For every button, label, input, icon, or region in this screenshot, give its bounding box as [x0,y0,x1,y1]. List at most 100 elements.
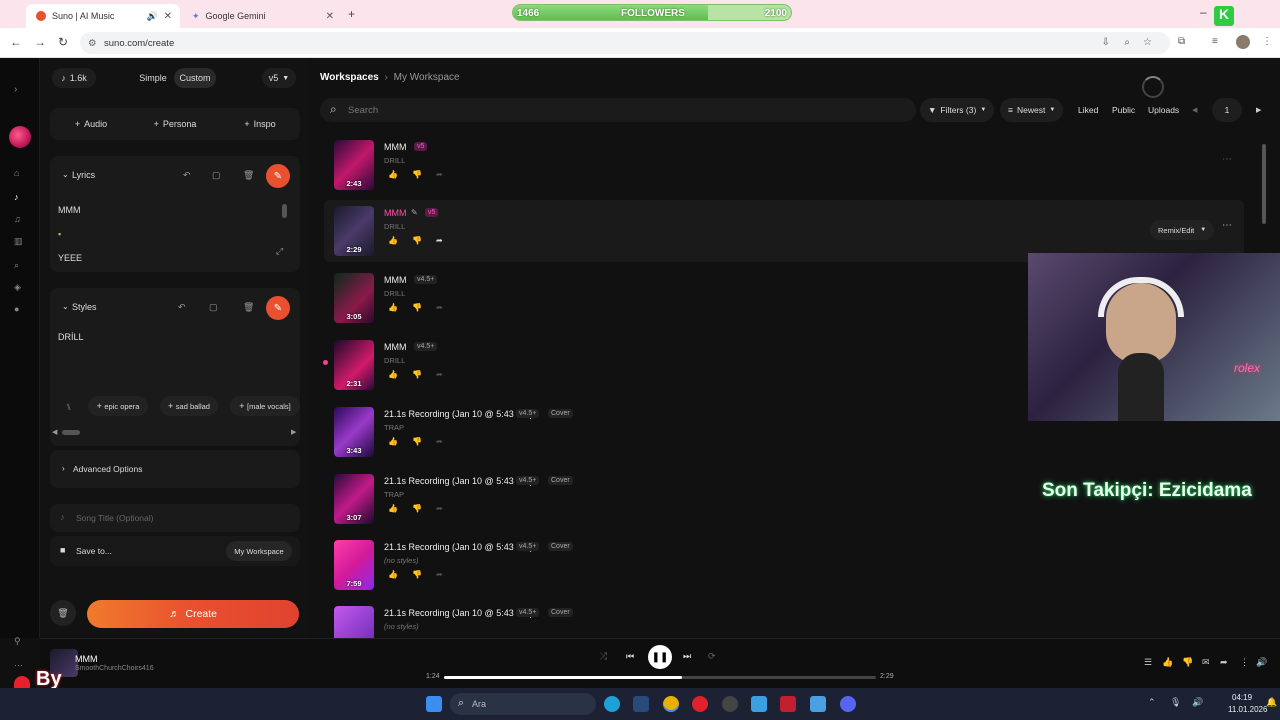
song-title-field[interactable]: ♪ Song Title (Optional) [50,504,300,532]
share-icon[interactable]: ➦ [436,437,457,446]
song-row[interactable]: 7:59 21.1s Recording (Jan 10 @ 5:43 PM) … [324,534,1244,596]
share-icon[interactable]: ➦ [436,504,457,513]
song-title[interactable]: MMM [384,142,407,152]
add-persona-button[interactable]: + Persona [140,112,210,136]
repeat-icon[interactable]: ⟳ [708,651,716,662]
trash-icon[interactable]: 🗑 [243,170,254,181]
clear-button[interactable]: 🗑 [50,600,76,626]
styles-header[interactable]: Styles [72,302,97,312]
song-title[interactable]: 21.1s Recording (Jan 10 @ 5:43 PM) [384,608,533,618]
extensions-icon[interactable]: ⧉ [1178,36,1185,47]
more-icon[interactable]: ⋯ [14,660,23,671]
suno-logo-icon[interactable] [9,126,31,148]
song-title[interactable]: MMM [384,342,407,352]
like-icon[interactable]: 👍 [388,437,412,446]
remix-edit-button[interactable]: Remix/Edit ▼ [1150,220,1215,240]
filters-button[interactable]: ▼ Filters (3) ▼ [920,98,995,122]
lyrics-header[interactable]: Lyrics [72,170,95,180]
next-page-icon[interactable]: ▶ [1256,106,1261,114]
add-inspo-button[interactable]: + Inspo [230,112,290,136]
steam-icon[interactable] [633,696,649,712]
song-cover[interactable] [334,606,374,638]
zoom-icon[interactable]: ⌕ [1124,37,1130,48]
chevron-down-icon[interactable]: ⌄ [62,302,69,311]
speaker-icon[interactable]: 🔊 [147,11,158,22]
mic-icon[interactable]: 🎙 [1170,697,1181,708]
credits-badge[interactable]: ♪ 1.6k [52,68,96,88]
trash-icon[interactable]: 🗑 [243,302,254,313]
tab-suno[interactable]: Suno | AI Music 🔊 ✕ [26,4,180,28]
more-options-icon[interactable]: ⋮ [1240,657,1249,668]
page-number[interactable]: 1 [1212,98,1242,122]
share-icon[interactable]: ➦ [436,303,457,312]
new-tab-icon[interactable]: + [348,7,355,21]
workspace-select[interactable]: My Workspace [226,541,292,561]
style-tag-sad-ballad[interactable]: + sad ballad [160,396,218,416]
advanced-options-toggle[interactable]: › Advanced Options [50,450,300,488]
dislike-icon[interactable]: 👎 [412,437,436,446]
notifications-icon[interactable]: ● [14,304,19,314]
liked-filter-button[interactable]: Liked [1070,98,1106,122]
app-icon[interactable] [810,696,826,712]
install-icon[interactable]: ⇩ [1102,37,1110,48]
app-icon[interactable] [780,696,796,712]
scroll-right-icon[interactable]: ▶ [291,428,296,436]
magic-wand-icon[interactable]: ✎ [266,296,290,320]
edge-icon[interactable] [604,696,620,712]
uploads-filter-button[interactable]: Uploads [1140,98,1187,122]
queue-icon[interactable]: ☰ [1144,657,1152,668]
like-icon[interactable]: 👍 [388,236,412,245]
dislike-icon[interactable]: 👎 [412,570,436,579]
dislike-icon[interactable]: 👎 [412,504,436,513]
reload-icon[interactable]: ↻ [58,35,68,49]
dislike-icon[interactable]: 👎 [412,170,436,179]
expand-icon[interactable]: › [14,84,17,95]
next-icon[interactable]: ⏭ [683,651,691,662]
share-icon[interactable]: ➦ [1220,657,1228,668]
pause-button[interactable]: ❚❚ [648,645,672,669]
volume-icon[interactable]: 🔊 [1256,657,1267,668]
copy-icon[interactable]: ▢ [209,302,218,313]
menu-dots-icon[interactable]: ⋮ [1262,36,1272,47]
add-audio-button[interactable]: + Audio [60,112,122,136]
search-icon[interactable]: ⌕ [14,260,19,271]
upgrade-icon[interactable]: ⚲ [14,636,21,647]
taskbar-search[interactable]: ⌕ Ara [450,693,596,715]
song-title[interactable]: MMM [384,208,407,218]
breadcrumb-root[interactable]: Workspaces [320,72,379,83]
tray-chevron-icon[interactable]: ⌃ [1148,697,1156,708]
song-cover[interactable]: 3:07 [334,474,374,524]
style-tag-epic-opera[interactable]: + epic opera [88,396,148,416]
like-icon[interactable]: 👍 [388,170,412,179]
discord-icon[interactable] [840,696,856,712]
song-title[interactable]: 21.1s Recording (Jan 10 @ 5:43 PM) [384,476,533,486]
home-icon[interactable]: ⌂ [14,168,19,178]
song-title[interactable]: MMM [384,275,407,285]
create-icon[interactable]: ♪ [14,192,19,202]
windows-start-icon[interactable] [426,696,442,712]
close-tab-icon[interactable]: ✕ [164,11,172,22]
mode-custom-button[interactable]: Custom [174,68,216,88]
forward-icon[interactable]: → [34,35,46,49]
minimize-icon[interactable]: – [1200,5,1207,19]
studio-icon[interactable]: ♫ [14,214,21,224]
photos-icon[interactable] [751,696,767,712]
magic-wand-icon[interactable]: ✎ [266,164,290,188]
library-icon[interactable]: ⑊ [66,402,71,412]
share-icon[interactable]: ➦ [436,570,457,579]
song-title[interactable]: 21.1s Recording (Jan 10 @ 5:43 PM) [384,409,533,419]
like-icon[interactable]: 👍 [388,504,412,513]
tab-gemini[interactable]: ✦ Google Gemini ✕ [182,4,342,28]
undo-icon[interactable]: ↶ [178,302,186,313]
prev-page-icon[interactable]: ◀ [1192,106,1197,114]
styles-input[interactable]: DRİLL [58,332,84,342]
lyrics-scrollbar[interactable] [282,204,287,218]
more-options-icon[interactable]: ⋯ [1222,154,1232,165]
song-cover[interactable]: 2:43 [334,140,374,190]
volume-icon[interactable]: 🔊 [1192,697,1203,708]
list-scrollbar[interactable] [1262,144,1266,224]
song-cover[interactable]: 3:43 [334,407,374,457]
share-icon[interactable]: ➦ [436,236,457,245]
dislike-icon[interactable]: 👎 [412,236,436,245]
like-icon[interactable]: 👍 [388,303,412,312]
